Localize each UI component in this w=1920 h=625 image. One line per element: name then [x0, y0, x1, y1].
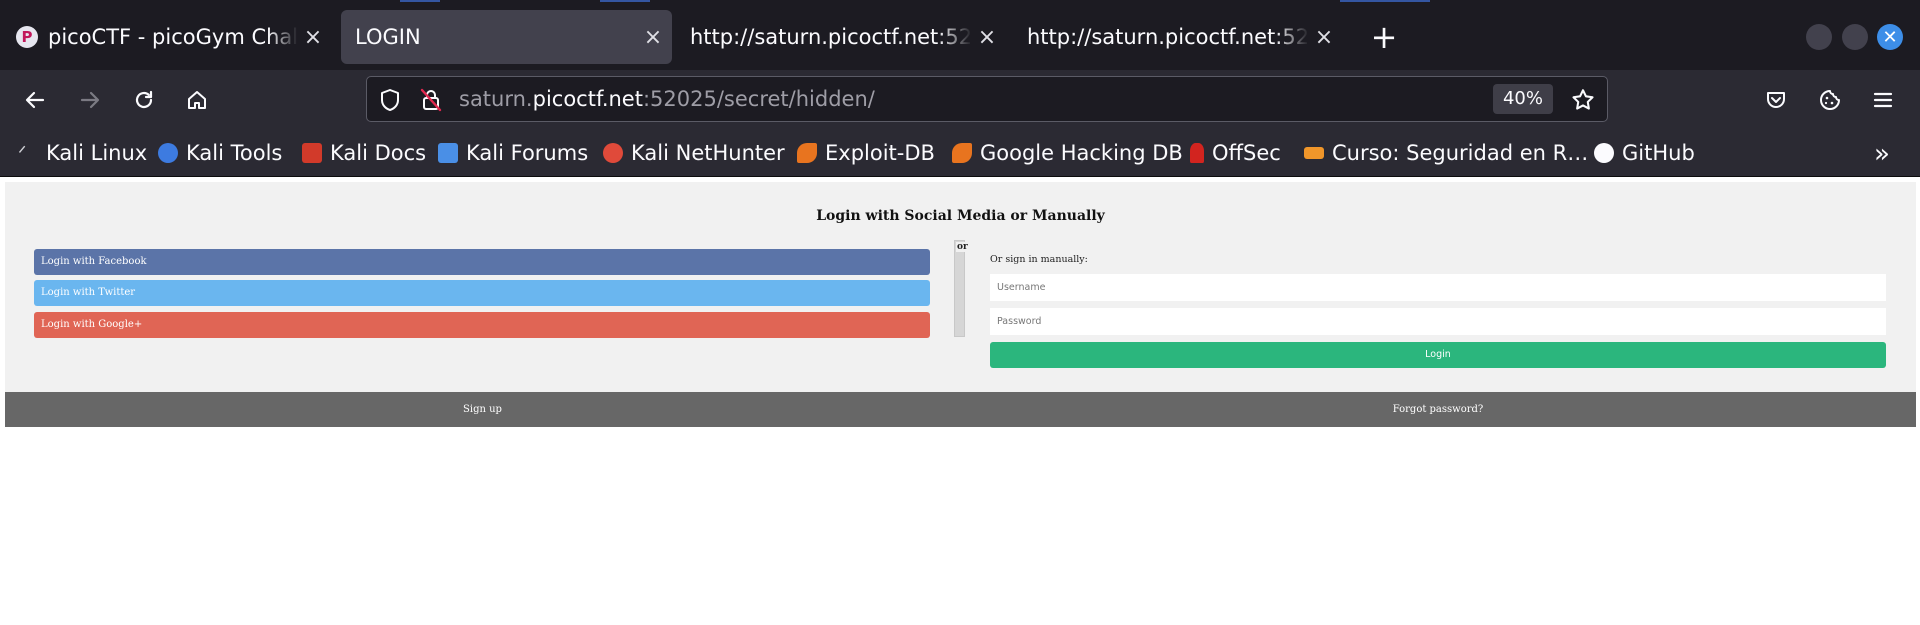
login-google-button[interactable]: Login with Google+: [34, 312, 930, 338]
picoctf-favicon-icon: P: [16, 26, 38, 48]
bookmark-offsec[interactable]: OffSec: [1190, 137, 1281, 169]
bookmark-kali-tools[interactable]: Kali Tools: [158, 137, 282, 169]
back-arrow-icon: [25, 91, 45, 109]
forward-button[interactable]: [70, 80, 110, 120]
course-icon: [1304, 147, 1324, 159]
tab-saturn-1[interactable]: http://saturn.picoctf.net:5202 ×: [676, 10, 1006, 64]
password-input[interactable]: [990, 308, 1886, 335]
github-icon: [1594, 143, 1614, 163]
back-button[interactable]: [15, 80, 55, 120]
cookie-extension-icon: [1820, 90, 1840, 110]
forgot-password-link[interactable]: Forgot password?: [960, 404, 1916, 415]
tab-close-icon[interactable]: ×: [638, 25, 668, 50]
tab-close-icon[interactable]: ×: [1309, 25, 1339, 50]
signup-link[interactable]: Sign up: [5, 404, 960, 415]
pocket-icon: [1767, 92, 1785, 108]
app-menu-button[interactable]: [1863, 80, 1903, 120]
bookmark-google-hacking-db[interactable]: Google Hacking DB: [952, 137, 1183, 169]
page-viewport: Login with Social Media or Manually Logi…: [0, 178, 1920, 625]
top-edge-highlight: [400, 0, 440, 2]
top-edge-highlight: [600, 0, 650, 2]
bookmark-kali-forums[interactable]: Kali Forums: [438, 137, 588, 169]
home-icon: [188, 91, 206, 109]
new-tab-button[interactable]: +: [1366, 18, 1402, 56]
kali-dragon-icon: ᐟ: [18, 141, 27, 165]
login-panel: Login with Social Media or Manually Logi…: [5, 182, 1916, 392]
login-facebook-button[interactable]: Login with Facebook: [34, 249, 930, 275]
tab-title: http://saturn.picoctf.net:5202: [690, 25, 972, 49]
reload-button[interactable]: [124, 80, 164, 120]
tab-close-icon[interactable]: ×: [972, 25, 1002, 50]
pocket-button[interactable]: [1756, 80, 1796, 120]
navigation-toolbar: saturn.picoctf.net:52025/secret/hidden/ …: [0, 70, 1920, 130]
zoom-level-button[interactable]: 40%: [1493, 84, 1553, 114]
kali-docs-icon: [302, 143, 322, 163]
exploitdb-icon: [797, 143, 817, 163]
username-input[interactable]: [990, 274, 1886, 301]
or-separator-label: or: [956, 242, 969, 252]
extensions-button[interactable]: [1810, 80, 1850, 120]
insecure-lock-icon: [420, 88, 442, 112]
bookmark-star-icon: [1572, 89, 1594, 110]
tab-title: http://saturn.picoctf.net:5202: [1027, 25, 1309, 49]
window-close-button[interactable]: ✕: [1877, 24, 1903, 50]
offsec-icon: [1190, 143, 1204, 163]
url-bar[interactable]: saturn.picoctf.net:52025/secret/hidden/ …: [366, 76, 1608, 122]
bookmark-kali-nethunter[interactable]: Kali NetHunter: [603, 137, 785, 169]
vertical-divider: [954, 240, 965, 337]
hamburger-menu-icon: [1873, 92, 1893, 108]
maximize-button[interactable]: [1842, 24, 1868, 50]
kali-forums-icon: [438, 143, 458, 163]
forward-arrow-icon: [80, 91, 100, 109]
bookmark-kali-docs[interactable]: Kali Docs: [302, 137, 426, 169]
bookmarks-toolbar: ᐟ Kali Linux Kali Tools Kali Docs Kali F…: [0, 130, 1920, 177]
login-button[interactable]: Login: [990, 342, 1886, 368]
login-twitter-button[interactable]: Login with Twitter: [34, 280, 930, 306]
nethunter-icon: [603, 143, 623, 163]
home-button[interactable]: [177, 80, 217, 120]
ghdb-icon: [952, 143, 972, 163]
tab-bar: P picoCTF - picoGym Challe × LOGIN × htt…: [0, 0, 1920, 70]
tab-saturn-2[interactable]: http://saturn.picoctf.net:5202 ×: [1013, 10, 1343, 64]
bookmark-github[interactable]: GitHub: [1594, 137, 1695, 169]
reload-icon: [135, 90, 153, 109]
manual-signin-label: Or sign in manually:: [990, 254, 1088, 265]
login-footer: Sign up Forgot password?: [5, 392, 1916, 427]
top-edge-highlight: [1340, 0, 1430, 2]
tab-title: picoCTF - picoGym Challe: [48, 25, 298, 49]
tab-picoctf[interactable]: P picoCTF - picoGym Challe ×: [2, 10, 332, 64]
tracking-protection-shield-icon: [381, 89, 399, 111]
bookmark-curso-seguridad[interactable]: Curso: Seguridad en R…: [1304, 137, 1588, 169]
page-title: Login with Social Media or Manually: [816, 208, 1105, 224]
minimize-button[interactable]: [1806, 24, 1832, 50]
bookmark-exploit-db[interactable]: Exploit-DB: [797, 137, 935, 169]
url-text[interactable]: saturn.picoctf.net:52025/secret/hidden/: [459, 87, 875, 111]
tab-close-icon[interactable]: ×: [298, 25, 328, 50]
kali-tools-icon: [158, 143, 178, 163]
tab-login[interactable]: LOGIN ×: [341, 10, 672, 64]
more-bookmarks-chevron-icon[interactable]: »: [1874, 139, 1890, 169]
tab-title: LOGIN: [355, 25, 421, 49]
bookmark-kali-linux[interactable]: ᐟ Kali Linux: [18, 137, 147, 169]
